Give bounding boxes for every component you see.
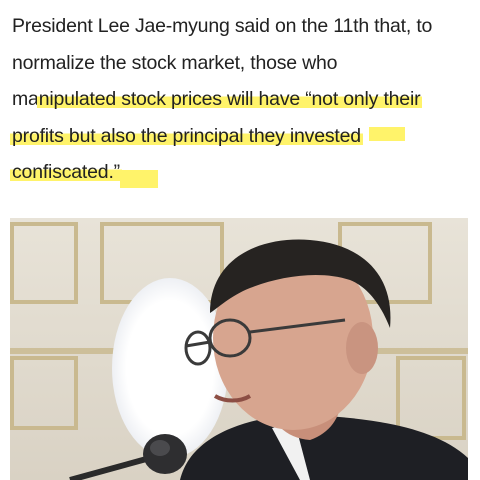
highlight-marker-tail bbox=[368, 126, 405, 141]
article-line-2: normalize the stock market, those who bbox=[12, 51, 338, 74]
highlighted-quote-part-1: nipulated stock prices will have “not on… bbox=[36, 88, 423, 110]
article-line-1: President Lee Jae-myung said on the 11th… bbox=[12, 15, 433, 37]
microphone-highlight bbox=[150, 440, 170, 456]
article-line-3-start: ma bbox=[12, 88, 39, 110]
article-line-3: manipulated stock prices will have “not … bbox=[12, 81, 474, 118]
article-line-5: confiscated.” bbox=[10, 154, 474, 191]
highlight-marker-end bbox=[119, 170, 158, 188]
article-line-4: profits but also the principal they inve… bbox=[10, 118, 474, 155]
highlighted-quote-part-3: confiscated.” bbox=[10, 161, 122, 183]
article-text: President Lee Jae-myung said on the 11th… bbox=[10, 8, 474, 191]
ear bbox=[346, 322, 378, 374]
highlighted-quote-part-2: profits but also the principal they inve… bbox=[10, 124, 363, 147]
news-photo bbox=[10, 218, 468, 480]
president-photo-illustration bbox=[10, 218, 468, 480]
